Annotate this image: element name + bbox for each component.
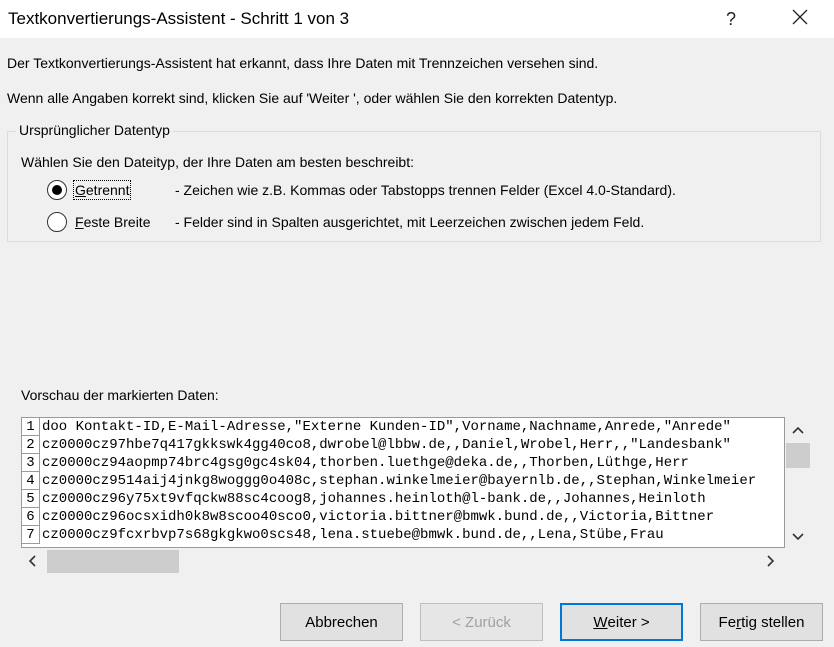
scroll-right-icon[interactable]: [764, 555, 776, 567]
radio-delimited[interactable]: [47, 180, 67, 200]
preview-line: 7 cz0000cz9fcxrbvp7s68gkgkwo0scs48,lena.s…: [22, 526, 784, 544]
preview-line-text: cz0000cz9fcxrbvp7s68gkgkwo0scs48,lena.st…: [42, 527, 664, 543]
radio-fixed-width[interactable]: [47, 212, 67, 232]
scroll-up-icon[interactable]: [792, 425, 804, 437]
radio-option-delimited[interactable]: Getrennt - Zeichen wie z.B. Kommas oder …: [47, 178, 676, 202]
intro-text-instructions: Wenn alle Angaben korrekt sind, klicken …: [7, 90, 618, 106]
preview-line-number: 3: [22, 454, 40, 472]
radio-delimited-label[interactable]: Getrennt: [72, 180, 132, 200]
preview-line: 4 cz0000cz9514aij4jnkg8woggg0o408c,stepha…: [22, 472, 784, 490]
intro-text-detected: Der Textkonvertierungs-Assistent hat erk…: [7, 55, 599, 71]
radio-fixed-width-description: - Felder sind in Spalten ausgerichtet, m…: [175, 214, 645, 230]
scroll-down-icon[interactable]: [792, 530, 804, 542]
scroll-left-icon[interactable]: [27, 555, 39, 567]
next-button[interactable]: Weiter >: [560, 603, 683, 641]
preview-vertical-scrollbar[interactable]: [785, 417, 811, 548]
datatype-group-title: Ursprünglicher Datentyp: [16, 122, 173, 138]
preview-line: 2 cz0000cz97hbe7q417gkkswk4gg40co8,dwrobe…: [22, 436, 784, 454]
preview-line-text: cz0000cz96y75xt9vfqckw88sc4coog8,johanne…: [42, 491, 706, 507]
radio-delimited-description: - Zeichen wie z.B. Kommas oder Tabstopps…: [175, 182, 676, 198]
preview-line-number: 2: [22, 436, 40, 454]
help-button[interactable]: ?: [708, 0, 754, 38]
preview-line: 1 doo Kontakt-ID,E-Mail-Adresse,"Externe …: [22, 418, 784, 436]
back-button[interactable]: < Zurück: [420, 603, 543, 641]
title-bar: Textkonvertierungs-Assistent - Schritt 1…: [0, 0, 834, 38]
datatype-prompt: Wählen Sie den Dateityp, der Ihre Daten …: [21, 154, 414, 170]
preview-line: 3 cz0000cz94aopmp74brc4gsg0gc4sk04,thorbe…: [22, 454, 784, 472]
preview-horizontal-scrollbar[interactable]: [21, 548, 785, 575]
preview-line: 6 cz0000cz96ocsxidh0k8w8scoo40sco0,victor…: [22, 508, 784, 526]
preview-line-text: cz0000cz97hbe7q417gkkswk4gg40co8,dwrobel…: [42, 437, 731, 453]
preview-label: Vorschau der markierten Daten:: [21, 387, 219, 403]
finish-button[interactable]: Fe r tig stellen: [700, 603, 823, 641]
preview-line-number: 7: [22, 526, 40, 544]
preview-line-number: 5: [22, 490, 40, 508]
vertical-scroll-thumb[interactable]: [786, 443, 810, 468]
preview-line-text: cz0000cz9514aij4jnkg8woggg0o408c,stephan…: [42, 473, 757, 489]
preview-pane[interactable]: 1 doo Kontakt-ID,E-Mail-Adresse,"Externe …: [21, 417, 785, 548]
preview-line: 5 cz0000cz96y75xt9vfqckw88sc4coog8,johann…: [22, 490, 784, 508]
close-icon: [792, 9, 808, 30]
help-icon: ?: [725, 8, 736, 29]
preview-line-text: doo Kontakt-ID,E-Mail-Adresse,"Externe K…: [42, 419, 731, 435]
radio-option-fixed-width[interactable]: Feste Breite - Felder sind in Spalten au…: [47, 210, 644, 234]
preview-line-number: 6: [22, 508, 40, 526]
preview-line-text: cz0000cz94aopmp74brc4gsg0gc4sk04,thorben…: [42, 455, 689, 471]
preview-line-text: cz0000cz96ocsxidh0k8w8scoo40sco0,victori…: [42, 509, 715, 525]
preview-line-number: 4: [22, 472, 40, 490]
radio-fixed-width-label[interactable]: Feste Breite: [75, 214, 151, 230]
horizontal-scroll-thumb[interactable]: [47, 550, 179, 573]
preview-line-number: 1: [22, 418, 40, 436]
cancel-button[interactable]: Abbrechen: [280, 603, 403, 641]
close-button[interactable]: [777, 0, 823, 38]
window-title: Textkonvertierungs-Assistent - Schritt 1…: [8, 9, 350, 28]
